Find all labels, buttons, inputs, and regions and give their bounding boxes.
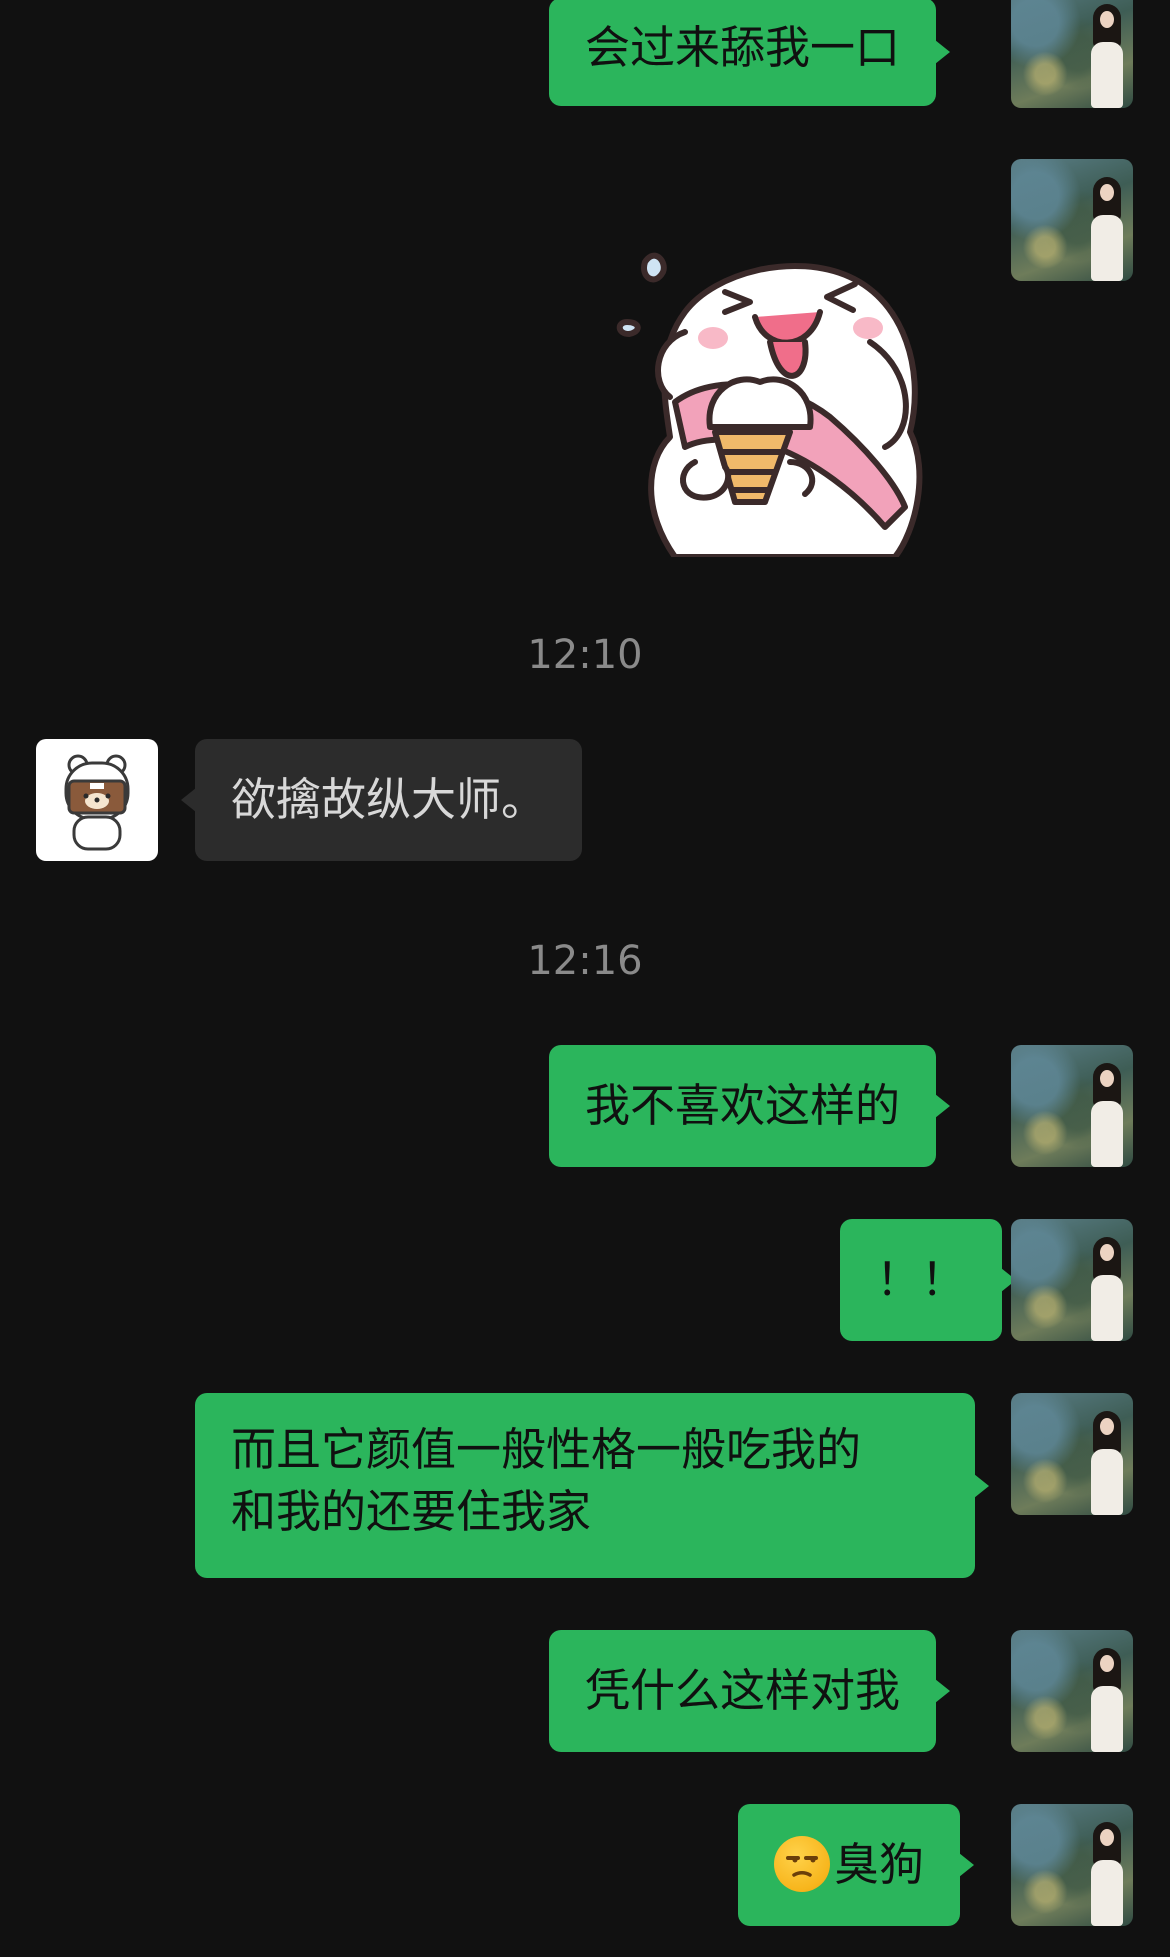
message-bubble-incoming[interactable]: 欲擒故纵大师。 — [180, 739, 583, 861]
message-text: 臭狗 — [834, 1838, 925, 1891]
timestamp: 12:16 — [527, 938, 643, 984]
avatar-portrait — [1091, 1237, 1123, 1341]
message-text: 凭什么这样对我 — [585, 1664, 901, 1717]
my-avatar[interactable] — [1011, 1630, 1133, 1752]
timestamp: 12:10 — [527, 632, 643, 678]
message-bubble-outgoing[interactable]: 凭什么这样对我 — [549, 1630, 951, 1752]
message-bubble-outgoing[interactable]: 我不喜欢这样的 — [549, 1045, 951, 1167]
message-text: 我不喜欢这样的 — [585, 1079, 901, 1132]
message-text: ！！ — [876, 1253, 967, 1306]
my-avatar[interactable] — [1011, 159, 1133, 281]
my-avatar[interactable] — [1011, 1804, 1133, 1926]
message-bubble-outgoing[interactable]: 臭狗 — [738, 1804, 975, 1926]
my-avatar[interactable] — [1011, 0, 1133, 108]
avatar-portrait — [1091, 4, 1123, 108]
my-avatar[interactable] — [1011, 1393, 1133, 1515]
message-line: 和我的还要住我家 — [231, 1485, 592, 1538]
message-line: 而且它颜值一般性格一般吃我的 — [231, 1423, 862, 1476]
unamused-face-emoji — [774, 1836, 830, 1892]
avatar-portrait — [1091, 1411, 1123, 1515]
message-bubble-outgoing[interactable]: ！！ — [840, 1219, 1017, 1341]
contact-avatar[interactable] — [36, 739, 158, 861]
my-avatar[interactable] — [1011, 1219, 1133, 1341]
my-avatar[interactable] — [1011, 1045, 1133, 1167]
bunny-eating-ice-cream-sticker[interactable] — [615, 232, 955, 557]
bear-avatar-icon — [64, 754, 130, 851]
message-text: 欲擒故纵大师。 — [231, 773, 547, 826]
avatar-portrait — [1091, 1063, 1123, 1167]
message-bubble-outgoing[interactable]: 会过来舔我一口 — [549, 0, 951, 106]
message-bubble-outgoing[interactable]: 而且它颜值一般性格一般吃我的 和我的还要住我家 — [195, 1393, 989, 1578]
message-text: 会过来舔我一口 — [585, 21, 901, 74]
avatar-portrait — [1091, 1648, 1123, 1752]
avatar-portrait — [1091, 1822, 1123, 1926]
avatar-portrait — [1091, 177, 1123, 281]
